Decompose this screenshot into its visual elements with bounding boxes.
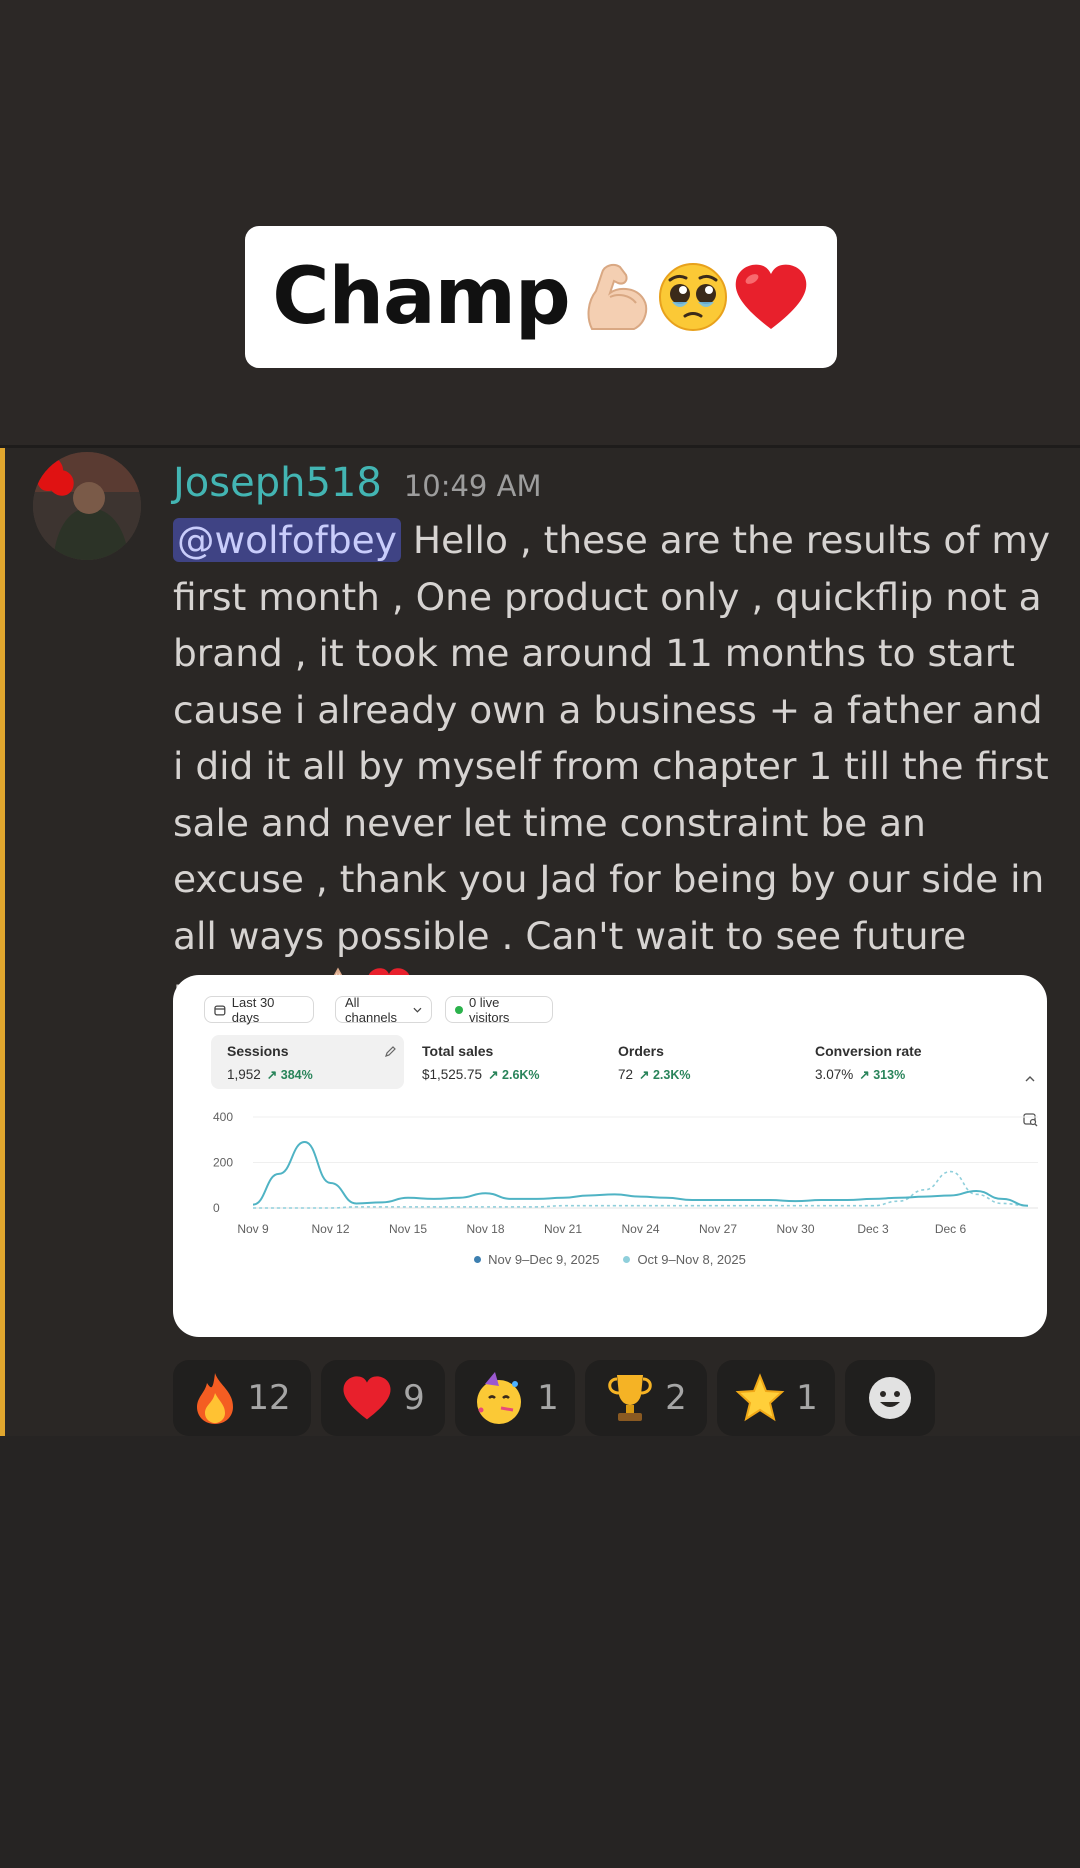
live-status-dot bbox=[455, 1005, 463, 1014]
metric-label: Total sales bbox=[422, 1043, 494, 1059]
y-tick-label: 400 bbox=[213, 1110, 233, 1124]
metric-delta: 2.3K% bbox=[652, 1068, 691, 1082]
author-name[interactable]: Joseph518 bbox=[173, 460, 382, 506]
background-bottom bbox=[0, 1435, 1080, 1868]
y-tick-label: 0 bbox=[213, 1201, 220, 1215]
metric-delta: 384% bbox=[280, 1068, 313, 1082]
live-visitors-label: 0 live visitors bbox=[468, 994, 510, 1025]
fire-icon bbox=[197, 1373, 234, 1424]
channels-label: All channels bbox=[345, 994, 398, 1025]
reaction-trophy[interactable]: 2 bbox=[585, 1360, 707, 1436]
reaction-party[interactable]: 1 bbox=[455, 1360, 575, 1436]
glowing-star-icon bbox=[735, 1373, 785, 1422]
reaction-count: 1 bbox=[796, 1378, 818, 1418]
x-tick-label: Nov 9 bbox=[237, 1222, 269, 1236]
metric-value: 72 bbox=[618, 1067, 634, 1082]
metric-value: $1,525.75 bbox=[422, 1067, 483, 1082]
message-body: Hello , these are the results of my firs… bbox=[173, 518, 1051, 1014]
x-tick-label: Nov 21 bbox=[544, 1222, 582, 1236]
x-tick-label: Nov 27 bbox=[699, 1222, 737, 1236]
channels-dropdown[interactable]: All channels bbox=[335, 994, 432, 1025]
legend-dot-current bbox=[474, 1256, 482, 1263]
reaction-count: 1 bbox=[537, 1378, 559, 1418]
reaction-count: 2 bbox=[665, 1378, 687, 1418]
champ-sticker: Champ bbox=[245, 226, 837, 368]
mention-highlight-bar bbox=[0, 448, 5, 1436]
red-heart-icon bbox=[343, 1376, 391, 1420]
message-header: Joseph518 10:49 AM bbox=[173, 460, 541, 506]
metric-delta: 2.6K% bbox=[502, 1068, 540, 1082]
message-content: @wolfofbey Hello , these are the results… bbox=[173, 512, 1053, 1021]
add-reaction-button[interactable] bbox=[845, 1360, 935, 1436]
x-tick-label: Nov 24 bbox=[621, 1222, 659, 1236]
reaction-count: 12 bbox=[247, 1378, 291, 1418]
avatar-image bbox=[33, 452, 141, 560]
pleading-face-icon bbox=[658, 263, 727, 331]
legend-label-previous: Oct 9–Nov 8, 2025 bbox=[637, 1252, 746, 1267]
legend-dot-previous bbox=[623, 1256, 631, 1263]
user-mention[interactable]: @wolfofbey bbox=[173, 518, 401, 562]
metric-value: 1,952 bbox=[227, 1067, 261, 1082]
sessions-line-chart: 400 200 0 Nov 9 Nov 12 Nov 15 Nov 18 Nov 21 Nov … bbox=[213, 1110, 1038, 1236]
add-reaction-icon bbox=[869, 1377, 911, 1419]
y-tick-label: 200 bbox=[213, 1156, 233, 1170]
metric-label: Conversion rate bbox=[815, 1043, 922, 1059]
chevron-down-icon bbox=[413, 1007, 422, 1013]
legend-label-current: Nov 9–Dec 9, 2025 bbox=[488, 1252, 600, 1267]
red-heart-icon bbox=[735, 264, 807, 329]
legend-item-current: Nov 9–Dec 9, 2025 bbox=[474, 1252, 599, 1267]
reaction-count: 9 bbox=[403, 1378, 425, 1418]
x-tick-label: Dec 3 bbox=[857, 1222, 889, 1236]
live-visitors-button[interactable]: 0 live visitors bbox=[445, 994, 553, 1025]
date-range-button[interactable]: Last 30 days bbox=[204, 994, 314, 1025]
chart-legend: Nov 9–Dec 9, 2025 Oct 9–Nov 8, 2025 bbox=[173, 1252, 1047, 1267]
metric-value: 3.07% bbox=[815, 1067, 854, 1082]
calendar-icon bbox=[214, 1004, 226, 1016]
x-tick-label: Nov 30 bbox=[776, 1222, 814, 1236]
edit-pencil-icon[interactable] bbox=[384, 1045, 397, 1058]
x-tick-label: Nov 12 bbox=[311, 1222, 349, 1236]
chevron-up-icon[interactable] bbox=[1024, 1075, 1036, 1083]
metric-delta: 313% bbox=[873, 1068, 906, 1082]
metric-label: Sessions bbox=[227, 1043, 289, 1059]
flexed-biceps-icon bbox=[587, 264, 647, 330]
sticker-emojis bbox=[580, 257, 810, 337]
sticker-text: Champ bbox=[272, 252, 571, 342]
reaction-bar: 12 9 1 2 1 bbox=[173, 1360, 935, 1436]
reaction-heart[interactable]: 9 bbox=[321, 1360, 445, 1436]
analytics-screenshot-attachment[interactable]: Last 30 days All channels 0 live visitor… bbox=[173, 975, 1047, 1337]
metric-label: Orders bbox=[618, 1043, 664, 1059]
avatar[interactable] bbox=[33, 452, 141, 560]
x-tick-label: Nov 18 bbox=[466, 1222, 504, 1236]
reaction-fire[interactable]: 12 bbox=[173, 1360, 311, 1436]
legend-item-previous: Oct 9–Nov 8, 2025 bbox=[623, 1252, 746, 1267]
date-range-label: Last 30 days bbox=[231, 994, 275, 1025]
partying-face-icon bbox=[477, 1372, 522, 1424]
x-tick-label: Nov 15 bbox=[389, 1222, 427, 1236]
reaction-star[interactable]: 1 bbox=[717, 1360, 835, 1436]
discord-message: Joseph518 10:49 AM @wolfofbey Hello , th… bbox=[0, 445, 1080, 1436]
trophy-icon bbox=[608, 1375, 652, 1421]
timestamp: 10:49 AM bbox=[403, 469, 542, 503]
x-tick-label: Dec 6 bbox=[935, 1222, 967, 1236]
